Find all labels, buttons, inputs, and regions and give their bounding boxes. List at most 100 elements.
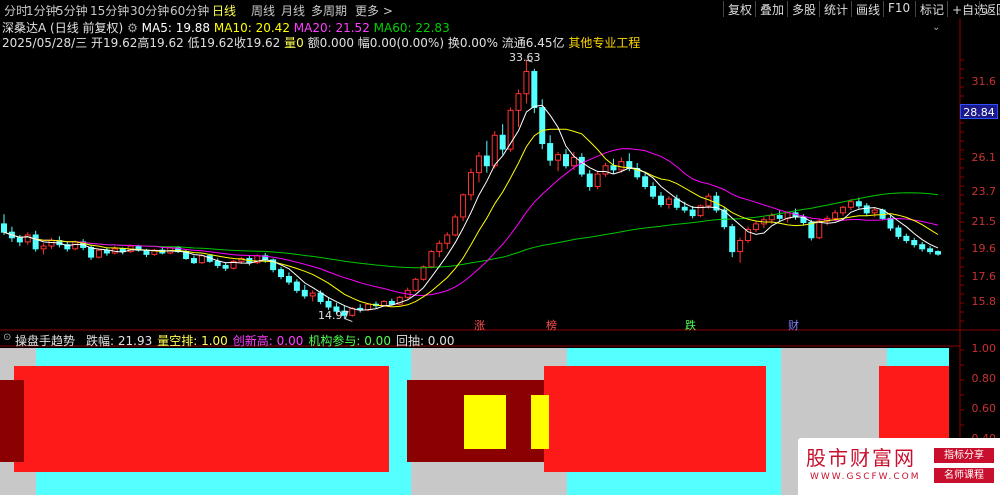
candle-body [40,245,47,250]
candle-body [190,258,197,264]
watermark-title: 股市财富网 [806,446,916,470]
candle-body [808,222,815,239]
price-axis-label: 31.6 [971,75,997,88]
indicator-header: ⊙ 操盘手趋势 跌幅: 21.93 量空排: 1.00 创新高: 0.00 机构参与:… [0,331,960,349]
candle-body [935,251,941,255]
candle-body [301,289,308,297]
candle-body [840,206,847,214]
kline-chart[interactable] [0,0,1000,495]
price-axis-label: 19.6 [971,242,997,255]
candle-body [903,235,910,242]
watermark-url: WWW.GSCFW.COM [810,472,921,482]
candle-body [570,156,577,167]
candle-body [278,269,285,278]
candle-body [689,209,696,217]
candle-body [72,241,79,250]
candle-body [1,223,7,233]
candle-body [388,300,395,305]
candle-body [602,165,609,175]
candle-body [768,215,775,221]
watermark-tag-course: 名师课程 [934,468,994,483]
candle-body [871,209,878,214]
candle-body [483,155,490,167]
candle-body [855,201,862,207]
candle-body [752,223,759,230]
ma-line-2 [3,128,939,308]
indicator-axis-label: 0.80 [971,372,997,385]
candle-body [863,205,870,214]
candle-body [681,206,688,211]
candle-body [317,292,324,302]
candle-body [88,246,95,258]
price-axis-label: 26.1 [971,151,997,164]
candle-body [776,215,783,219]
indicator-name[interactable]: 操盘手趋势 [15,332,75,349]
candle-body [887,217,894,229]
candle-body [729,226,736,253]
candle-body [919,244,926,250]
candle-body [586,173,593,188]
indicator-axis-label: 0.60 [971,402,997,415]
candle-body [927,248,934,253]
indicator-field-3: 机构参与: 0.00 [308,334,391,348]
high-price-label: 33.63 [509,51,541,64]
price-axis-label: 17.6 [971,270,997,283]
candle-body [618,161,625,171]
indicator-fields: 跌幅: 21.93 量空排: 1.00 创新高: 0.00 机构参与: 0.00 回抽:… [86,332,460,349]
candle-body [452,216,459,236]
candle-body [285,276,292,283]
indicator-block [14,366,389,472]
indicator-field-0: 跌幅: 21.93 [86,334,153,348]
candle-body [737,240,744,253]
candle-body [562,154,569,167]
candle-body [832,212,839,219]
ma-line-3 [3,104,939,311]
candle-body [594,173,601,188]
candle-body [428,251,435,268]
indicator-field-2: 创新高: 0.00 [232,334,304,348]
candle-body [657,195,664,206]
current-price-tag: 28.84 [960,104,998,119]
indicator-block [531,395,549,449]
candle-body [309,292,316,297]
candle-body [491,134,498,167]
candle-body [48,240,55,247]
watermark-tag-share: 指标分享 [934,448,994,463]
candle-body [515,93,522,111]
indicator-block [544,366,766,472]
candle-body [143,249,150,255]
candle-body [412,278,419,291]
candle-body [531,71,538,109]
candle-body [475,155,482,174]
indicator-axis-label: 1.00 [971,342,997,355]
candle-body [468,172,474,196]
price-axis-label: 23.7 [971,185,997,198]
candle-body [95,249,102,258]
candle-body [365,303,372,311]
candle-body [460,194,467,218]
indicator-block [0,380,24,462]
candle-body [911,240,918,246]
candle-body [539,107,546,145]
candle-body [436,242,443,253]
indicator-block [464,395,506,449]
candle-body [578,156,585,175]
watermark-logo: 股市财富网 WWW.GSCFW.COM 指标分享 名师课程 [798,438,1000,495]
candle-body [816,220,823,239]
candle-body [222,264,229,269]
candle-body [16,237,23,243]
candle-body [847,201,854,208]
low-price-label: 14.97 [318,309,350,322]
candle-body [499,134,506,150]
candle-body [214,260,221,266]
candle-body [198,255,205,264]
candle-body [895,227,902,237]
indicator-field-1: 量空排: 1.00 [157,334,228,348]
indicator-settings-icon[interactable]: ⊙ [3,332,11,343]
candle-body [380,300,387,307]
candle-body [24,234,31,243]
price-axis-label: 21.5 [971,215,997,228]
candle-body [32,234,39,250]
ma-line-0 [3,192,939,269]
candle-body [642,176,649,187]
